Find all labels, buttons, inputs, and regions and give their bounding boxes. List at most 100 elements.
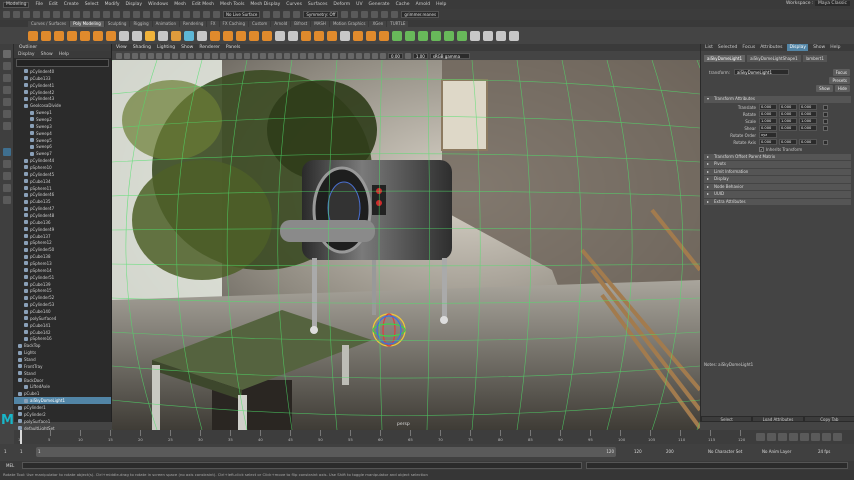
graph-layout-icon[interactable] <box>3 184 11 192</box>
viewport-tool-icon[interactable] <box>364 52 370 59</box>
viewport-menu-show[interactable]: Show <box>181 44 193 51</box>
shelf-tool-icon[interactable] <box>41 30 51 41</box>
status-line-icon[interactable] <box>183 11 190 18</box>
select-tool-icon[interactable] <box>3 50 11 58</box>
playback-button-icon[interactable] <box>778 433 787 441</box>
scene-render[interactable] <box>112 60 700 430</box>
viewport-tool-icon[interactable] <box>284 52 290 59</box>
viewport-tool-icon[interactable] <box>164 52 170 59</box>
outliner-item[interactable]: pCylinder47 <box>14 205 111 212</box>
viewport-menu-lighting[interactable]: Lighting <box>157 44 175 51</box>
outliner-item[interactable]: pCylinder2 <box>14 411 111 418</box>
outliner-item[interactable]: pCylinder43 <box>14 95 111 102</box>
playback-button-icon[interactable] <box>811 433 820 441</box>
attr-section-limit-information[interactable]: Limit Information <box>704 168 851 175</box>
range-start-field[interactable]: 1 <box>4 449 7 454</box>
viewport-panel[interactable]: View Shading Lighting Show Renderer Panels 0.… <box>112 44 700 430</box>
shelf-tool-icon[interactable] <box>444 30 454 41</box>
outliner-item[interactable]: pSphere15 <box>14 288 111 295</box>
outliner-item[interactable]: pCylinder41 <box>14 82 111 89</box>
outliner-menu-help[interactable]: Help <box>59 51 69 58</box>
outliner-item[interactable]: pCube136 <box>14 219 111 226</box>
viewport-tool-icon[interactable] <box>220 52 226 59</box>
status-line-icon[interactable] <box>93 11 100 18</box>
menu-modify[interactable]: Modify <box>105 2 120 7</box>
viewport-tool-icon[interactable] <box>140 52 146 59</box>
menu-edit[interactable]: Edit <box>49 2 58 7</box>
gamma-field[interactable]: 1.00 <box>412 52 428 59</box>
shelf-tool-icon[interactable] <box>171 30 181 41</box>
status-line-icon[interactable] <box>103 11 110 18</box>
status-line-icon[interactable] <box>73 11 80 18</box>
show-button[interactable]: Show <box>816 85 833 92</box>
attr-menu-list[interactable]: List <box>705 44 713 51</box>
attr-value-field[interactable]: 0.000 <box>779 125 797 131</box>
shelf-tool-icon[interactable] <box>184 30 194 41</box>
outliner-item[interactable]: pCylinder52 <box>14 294 111 301</box>
command-input[interactable] <box>22 462 582 469</box>
outliner-item[interactable]: Sweep4 <box>14 130 111 137</box>
status-line-icon[interactable] <box>273 11 281 18</box>
shelf-tool-icon[interactable] <box>301 30 311 41</box>
attr-menu-help[interactable]: Help <box>830 44 840 51</box>
viewport-tool-icon[interactable] <box>348 52 354 59</box>
login-field[interactable]: grimmer.reanes <box>401 11 440 18</box>
attr-menu-display[interactable]: Display <box>787 44 809 51</box>
outliner-item[interactable]: pCube137 <box>14 233 111 240</box>
hypershade-layout-icon[interactable] <box>3 196 11 204</box>
viewport-tool-icon[interactable] <box>252 52 258 59</box>
transform-offset-section[interactable]: Transform Offset Parent Matrix <box>704 153 851 160</box>
menu-mesh-display[interactable]: Mesh Display <box>250 2 280 7</box>
attr-value-field[interactable]: 0.000 <box>799 125 817 131</box>
outliner-item[interactable]: pCube140 <box>14 308 111 315</box>
shelf-tool-icon[interactable] <box>106 30 116 41</box>
playback-button-icon[interactable] <box>833 433 842 441</box>
viewport-tool-icon[interactable] <box>356 52 362 59</box>
outliner-item[interactable]: pSphere14 <box>14 267 111 274</box>
outliner-item[interactable]: pCube138 <box>14 253 111 260</box>
viewport-tool-icon[interactable] <box>180 52 186 59</box>
viewport-tool-icon[interactable] <box>276 52 282 59</box>
range-start2-field[interactable]: 1 <box>20 449 23 454</box>
status-line-icon[interactable] <box>83 11 90 18</box>
menu-surfaces[interactable]: Surfaces <box>308 2 328 7</box>
status-line-icon[interactable] <box>361 11 369 18</box>
shelf-tool-icon[interactable] <box>93 30 103 41</box>
outliner-item[interactable]: pSphere16 <box>14 336 111 343</box>
shelf-tool-icon[interactable] <box>509 30 519 41</box>
menu-curves[interactable]: Curves <box>286 2 302 7</box>
outliner-item[interactable]: pCylinder48 <box>14 212 111 219</box>
outliner-item[interactable]: Sweep3 <box>14 123 111 130</box>
paint-select-tool-icon[interactable] <box>3 74 11 82</box>
shelf-tool-icon[interactable] <box>353 30 363 41</box>
status-line-icon[interactable] <box>43 11 50 18</box>
viewport-tool-icon[interactable] <box>116 52 122 59</box>
shelf-tool-icon[interactable] <box>327 30 337 41</box>
attr-value-field[interactable]: 0.000 <box>759 111 777 117</box>
attr-value-field[interactable]: 0.000 <box>759 139 777 145</box>
transform-attributes-section[interactable]: Transform Attributes <box>704 96 851 103</box>
attr-tab[interactable]: aiSkyDomeLightShape1 <box>747 55 801 62</box>
attr-value-field[interactable]: 1.000 <box>799 118 817 124</box>
status-line-icon[interactable] <box>33 11 40 18</box>
last-tool-icon[interactable] <box>3 122 11 130</box>
viewport-tool-icon[interactable] <box>156 52 162 59</box>
status-line-icon[interactable] <box>13 11 20 18</box>
attr-section-display[interactable]: Display <box>704 176 851 183</box>
workspace-value[interactable]: Maya Classic <box>814 1 850 6</box>
shelf-tool-icon[interactable] <box>210 30 220 41</box>
playhead[interactable] <box>20 430 22 444</box>
attr-section-node-behavior[interactable]: Node Behavior <box>704 183 851 190</box>
shelf-tool-icon[interactable] <box>457 30 467 41</box>
outliner-item[interactable]: BackTop <box>14 342 111 349</box>
status-line-icon[interactable] <box>381 11 389 18</box>
command-language[interactable]: MEL <box>6 463 14 468</box>
viewport-tool-icon[interactable] <box>204 52 210 59</box>
attr-value-field[interactable]: 0.000 <box>779 139 797 145</box>
status-line-icon[interactable] <box>391 11 399 18</box>
attr-bottom-select-button[interactable]: Select <box>701 416 753 422</box>
outliner-item[interactable]: Sweep2 <box>14 116 111 123</box>
attr-value-field[interactable]: 0.000 <box>759 125 777 131</box>
viewport-tool-icon[interactable] <box>292 52 298 59</box>
shelf-tool-icon[interactable] <box>496 30 506 41</box>
